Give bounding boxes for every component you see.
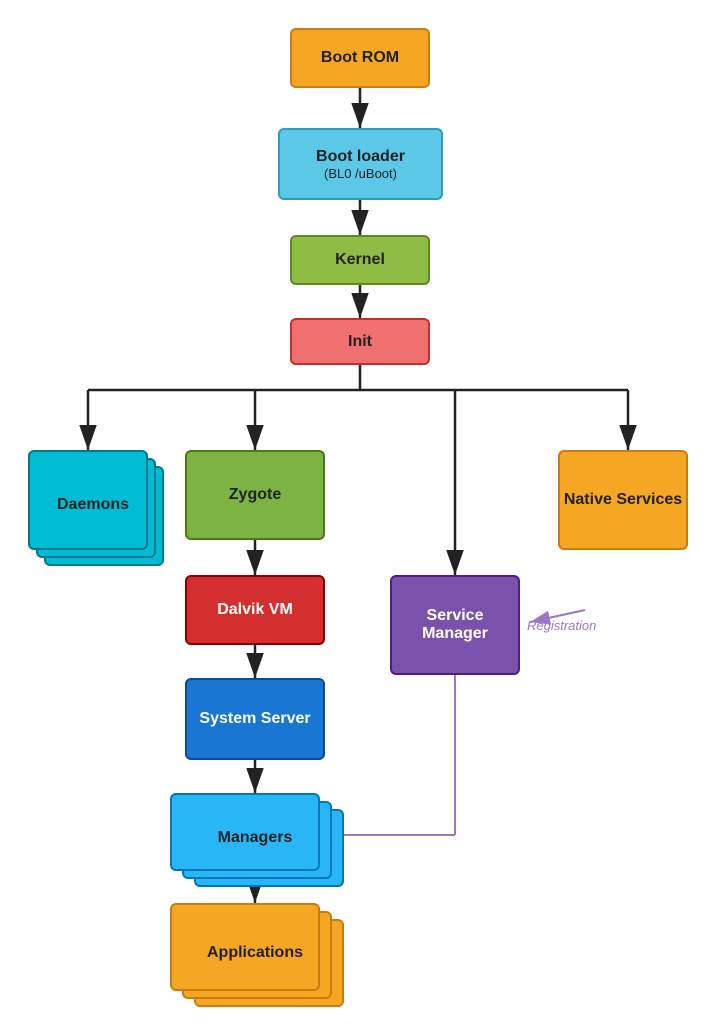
- applications-label: Applications: [170, 903, 340, 1003]
- service-manager-label: Service Manager: [392, 607, 518, 643]
- kernel-box: Kernel: [290, 235, 430, 285]
- system-server-box: System Server: [185, 678, 325, 760]
- init-label: Init: [348, 333, 372, 351]
- daemons-stacked: Daemons: [28, 450, 158, 560]
- native-services-label: Native Services: [564, 491, 682, 509]
- diagram: Boot ROM Boot loader (BL0 /uBoot) Kernel…: [0, 0, 720, 1035]
- boot-loader-label: Boot loader (BL0 /uBoot): [316, 148, 405, 181]
- service-manager-box: Service Manager: [390, 575, 520, 675]
- init-box: Init: [290, 318, 430, 365]
- managers-label: Managers: [170, 793, 340, 883]
- kernel-label: Kernel: [335, 251, 385, 269]
- registration-label: Registration: [527, 618, 596, 633]
- boot-rom-box: Boot ROM: [290, 28, 430, 88]
- system-server-label: System Server: [199, 710, 310, 728]
- daemons-label: Daemons: [28, 450, 158, 560]
- dalvik-vm-box: Dalvik VM: [185, 575, 325, 645]
- native-services-box: Native Services: [558, 450, 688, 550]
- managers-stacked: Managers: [170, 793, 340, 883]
- applications-stacked: Applications: [170, 903, 340, 1003]
- zygote-box: Zygote: [185, 450, 325, 540]
- zygote-label: Zygote: [229, 486, 281, 504]
- boot-loader-box: Boot loader (BL0 /uBoot): [278, 128, 443, 200]
- boot-rom-label: Boot ROM: [321, 49, 399, 67]
- dalvik-vm-label: Dalvik VM: [217, 601, 293, 619]
